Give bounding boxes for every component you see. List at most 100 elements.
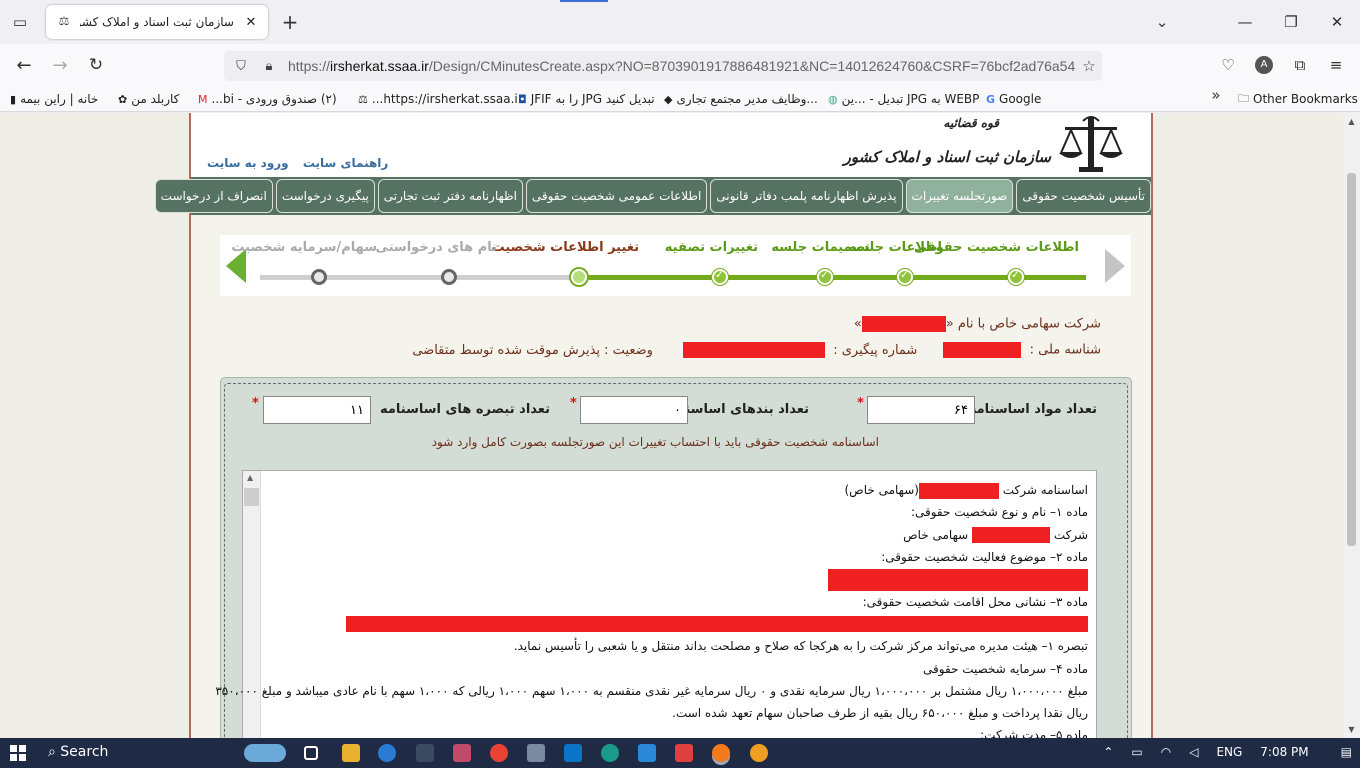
- battery-icon[interactable]: ▭: [1131, 745, 1142, 759]
- tray-chevron-up-icon[interactable]: ⌃: [1103, 745, 1113, 759]
- editor-line: [265, 613, 1088, 635]
- menu-item-general-info[interactable]: اطلاعات عمومی شخصیت حقوقی: [525, 179, 708, 213]
- bookmark-item[interactable]: https://irsherkat.ssaa.i... ⚖: [358, 90, 518, 108]
- language-indicator[interactable]: ENG: [1216, 745, 1242, 759]
- company-meta: شناسه ملی : شماره پیگیری : وضعیت : پذیرش…: [301, 342, 1101, 364]
- menu-item-cancel-request[interactable]: انصراف از درخواست: [154, 179, 273, 213]
- step-label[interactable]: نام های درخواستی: [375, 240, 497, 255]
- system-tray: ⌃ ▭ ◠ ◁ ENG 7:08 PM ▤: [1103, 745, 1352, 759]
- app-icon[interactable]: [527, 744, 545, 762]
- close-tab-icon[interactable]: ✕: [242, 15, 260, 30]
- edge-icon[interactable]: [601, 744, 619, 762]
- browser-tab[interactable]: ⚖ سازمان ثبت اسناد و املاک کشور ✕: [46, 5, 268, 39]
- bookmark-icon: ◆: [664, 92, 673, 106]
- chrome-icon[interactable]: [490, 744, 508, 762]
- editor-scroll-thumb[interactable]: [244, 488, 259, 506]
- taskbar-search[interactable]: ⌕ Search: [48, 744, 108, 760]
- bookmark-item[interactable]: تبدیل کنید JPG را به JFIF ◘: [518, 90, 655, 108]
- app-icon[interactable]: [453, 744, 471, 762]
- extensions-icon[interactable]: ⧉: [1286, 51, 1314, 79]
- step-check-icon[interactable]: [897, 268, 913, 285]
- account-avatar-icon[interactable]: A: [1250, 51, 1278, 79]
- tab-list-icon[interactable]: ▭: [6, 8, 34, 36]
- search-icon: ⌕: [48, 744, 56, 760]
- step-check-icon[interactable]: [1008, 268, 1024, 285]
- step-pending-dot[interactable]: [441, 269, 457, 285]
- lock-icon[interactable]: 🔒︎: [258, 59, 280, 74]
- bookmarks-bar: خانه | راین بیمه ▮ کاربلد من ✿ (۲) صندوق و…: [0, 86, 1360, 112]
- firefox-icon[interactable]: [712, 744, 730, 762]
- main-menu: تأسیس شخصیت حقوقی صورتجلسه تغییرات پذیرش…: [154, 177, 1151, 215]
- step-check-icon[interactable]: [712, 268, 728, 285]
- app-icon[interactable]: [750, 744, 768, 762]
- login-link[interactable]: ورود به سایت: [207, 156, 289, 170]
- step-label[interactable]: تصمیمات جلسه: [771, 240, 870, 255]
- page-scroll-thumb[interactable]: [1347, 173, 1356, 546]
- internet-explorer-icon[interactable]: [378, 744, 396, 762]
- back-icon[interactable]: ←: [10, 51, 38, 79]
- reload-icon[interactable]: ↻: [82, 51, 110, 79]
- pocket-icon[interactable]: ♡: [1214, 51, 1242, 79]
- menu-item-trade-registry[interactable]: اظهارنامه دفتر ثبت تجارتی: [377, 179, 523, 213]
- new-tab-icon[interactable]: +: [276, 8, 304, 36]
- bookmark-item[interactable]: کاربلد من ✿: [118, 90, 179, 108]
- step-label[interactable]: سهام/سرمایه شخصیت: [231, 240, 377, 255]
- volume-icon[interactable]: ◁: [1189, 745, 1198, 759]
- app-icon[interactable]: [564, 744, 582, 762]
- shield-icon[interactable]: ⛉: [230, 59, 252, 74]
- scroll-down-icon[interactable]: ▼: [1343, 721, 1360, 738]
- tracking-label: شماره پیگیری :: [833, 342, 918, 358]
- clock[interactable]: 7:08 PM: [1260, 745, 1308, 759]
- windows-start-icon[interactable]: [10, 745, 26, 761]
- articles-count-input[interactable]: [867, 396, 975, 424]
- app-icon[interactable]: [638, 744, 656, 762]
- page-scrollbar[interactable]: ▲ ▼: [1343, 113, 1360, 738]
- app-icon[interactable]: [675, 744, 693, 762]
- minimize-icon[interactable]: —: [1231, 8, 1259, 36]
- scroll-up-icon[interactable]: ▲: [1343, 113, 1360, 130]
- file-explorer-icon[interactable]: [342, 744, 360, 762]
- bookmarks-overflow-icon[interactable]: »: [1202, 81, 1230, 109]
- notifications-icon[interactable]: ▤: [1341, 745, 1352, 759]
- wifi-icon[interactable]: ◠: [1161, 745, 1171, 759]
- maximize-icon[interactable]: ❐: [1277, 8, 1305, 36]
- bookmark-icon: ▮: [10, 92, 17, 106]
- editor-line: ماده ۴– سرمایه شخصیت حقوقی: [923, 661, 1088, 676]
- articles-count-label: تعداد مواد اساسنامه: [968, 402, 1097, 417]
- menu-item-establish[interactable]: تأسیس شخصیت حقوقی: [1016, 179, 1151, 213]
- menu-hamburger-icon[interactable]: ≡: [1322, 51, 1350, 79]
- bookmark-item[interactable]: Google G: [986, 90, 1041, 108]
- step-label-current[interactable]: تغییر اطلاعات شخصیت: [492, 240, 639, 255]
- app-icon[interactable]: [416, 744, 434, 762]
- other-bookmarks[interactable]: 🗀︎ Other Bookmarks: [1238, 90, 1358, 108]
- bookmark-item[interactable]: ...وظایف مدیر مجتمع تجاری ◆: [664, 90, 818, 108]
- menu-item-minutes-changes[interactable]: صورتجلسه تغییرات: [905, 179, 1014, 213]
- scroll-up-icon[interactable]: ▲: [247, 473, 253, 482]
- bookmark-item[interactable]: خانه | راین بیمه ▮: [10, 90, 98, 108]
- site-favicon-icon: ⚖: [358, 92, 368, 106]
- clauses-count-input[interactable]: [580, 396, 688, 424]
- address-bar[interactable]: ⛉ 🔒︎ https://irsherkat.ssaa.ir/Design/CM…: [224, 51, 1102, 81]
- redacted-text: [972, 527, 1050, 544]
- editor-content[interactable]: اساسنامه شرکت (سهامی خاص) ماده ۱– نام و …: [215, 479, 1088, 738]
- menu-item-tracking[interactable]: پیگیری درخواست: [275, 179, 375, 213]
- chevron-down-icon[interactable]: ⌄: [1148, 8, 1176, 36]
- bookmark-item[interactable]: WEBP به JPG تبدیل - ...ین ◍: [828, 90, 979, 108]
- bookmark-icon: ◍: [828, 92, 838, 106]
- url-text[interactable]: https://irsherkat.ssaa.ir/Design/CMinute…: [288, 58, 1076, 74]
- close-window-icon[interactable]: ✕: [1323, 8, 1351, 36]
- step-pending-dot[interactable]: [311, 269, 327, 285]
- help-link[interactable]: راهنمای سایت: [303, 156, 388, 170]
- search-highlight-icon[interactable]: [244, 744, 286, 762]
- notes-count-input[interactable]: [263, 396, 371, 424]
- articles-text-editor[interactable]: ▲ اساسنامه شرکت (سهامی خاص) ماده ۱– نام …: [215, 470, 1097, 738]
- bookmark-item[interactable]: (۲) صندوق ورودی - bi... M: [198, 90, 337, 108]
- menu-item-ledger-seal[interactable]: پذیرش اظهارنامه پلمب دفاتر قانونی: [710, 179, 903, 213]
- next-step-arrow-icon[interactable]: [1105, 249, 1125, 283]
- bookmark-star-icon[interactable]: ☆: [1076, 57, 1102, 75]
- step-current-dot[interactable]: [571, 269, 587, 285]
- task-view-icon[interactable]: [304, 746, 318, 760]
- step-label[interactable]: تغییرات تصفیه: [665, 240, 758, 255]
- step-check-icon[interactable]: [817, 268, 833, 285]
- forward-icon[interactable]: →: [46, 51, 74, 79]
